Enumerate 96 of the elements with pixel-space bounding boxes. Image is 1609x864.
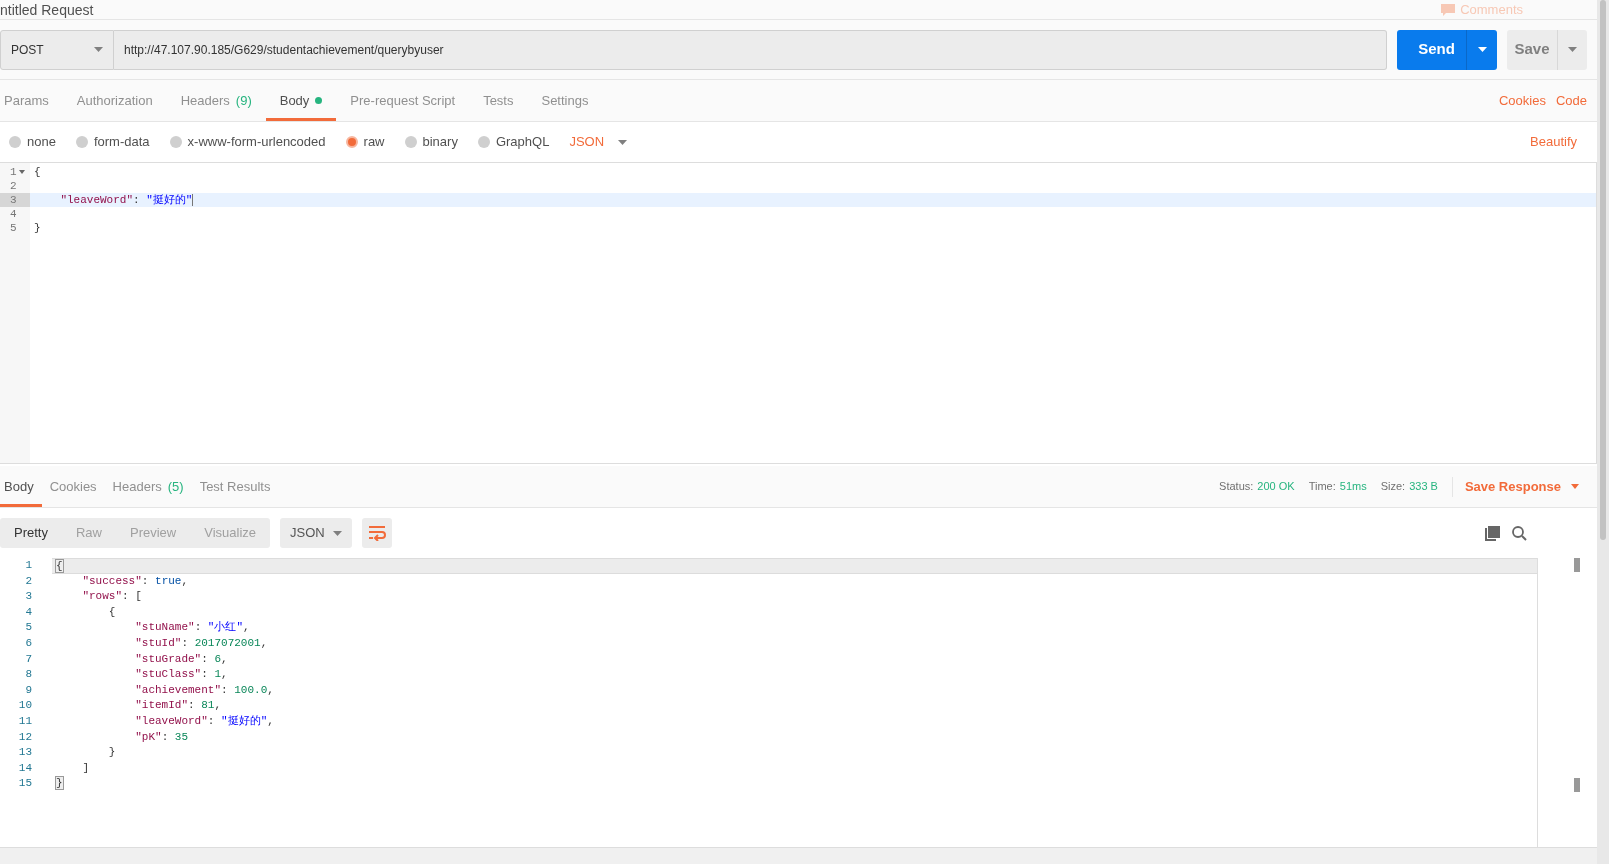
radio-button[interactable]	[345, 136, 358, 148]
line-number: 10	[17, 698, 33, 714]
tab[interactable]: Tests	[469, 80, 528, 121]
link[interactable]: Cookies	[1498, 90, 1546, 111]
radio-option[interactable]: binary	[404, 132, 458, 152]
code-line: "rows": [	[81, 589, 143, 605]
scrollbar-thumb[interactable]	[1574, 558, 1580, 572]
scrollbar-thumb[interactable]	[1574, 778, 1580, 792]
caret-icon	[618, 139, 628, 145]
meta-value: 51ms	[1339, 479, 1367, 495]
tab[interactable]: Headers (5)	[104, 466, 192, 507]
code-line: {	[107, 604, 117, 620]
radio-button[interactable]	[477, 136, 490, 148]
line-number: 14	[17, 760, 33, 776]
url-field[interactable]: http://47.107.90.185/G629/studentachievement/querybyuser	[114, 29, 1387, 70]
send-button[interactable]: Send	[1397, 29, 1466, 70]
tab[interactable]: Settings	[527, 80, 603, 121]
line-number: 9	[24, 682, 33, 698]
fold-icon[interactable]	[18, 170, 25, 174]
line-number: 2	[10, 179, 17, 193]
link[interactable]: Code	[1555, 90, 1587, 111]
radio-button[interactable]	[404, 136, 417, 148]
request-title: ntitled Request	[0, 2, 94, 18]
line-number: 4	[10, 207, 17, 221]
tab[interactable]: Pre-request Script	[336, 80, 470, 121]
line-number: 11	[17, 713, 33, 729]
caret-icon	[1568, 47, 1577, 52]
caret-icon	[1571, 484, 1579, 489]
tab[interactable]: Cookies	[41, 466, 105, 507]
line-number: 8	[24, 667, 33, 683]
send-options-button[interactable]	[1466, 29, 1497, 70]
line-number: 1	[24, 558, 33, 573]
comment-icon	[1440, 4, 1457, 16]
method-dropdown[interactable]: POST	[0, 29, 114, 70]
save-button[interactable]: Save	[1507, 29, 1557, 70]
line-number: 3	[24, 589, 33, 605]
line-number: 2	[24, 573, 33, 589]
format-dropdown[interactable]: JSON	[569, 132, 628, 152]
line-number: 5	[10, 221, 17, 235]
caret-icon	[333, 530, 343, 536]
code-line: "stuId": 2017072001,	[134, 635, 269, 651]
search-icon[interactable]	[1512, 525, 1527, 541]
radio-option[interactable]: GraphQL	[477, 132, 550, 152]
code-line: "achievement": 100.0,	[134, 682, 275, 698]
wrap-icon	[368, 525, 387, 541]
wrap-lines-button[interactable]	[362, 518, 393, 548]
line-number: 7	[24, 651, 33, 667]
line-number: 15	[17, 776, 33, 792]
radio-option[interactable]: raw	[345, 132, 385, 152]
radio-button[interactable]	[75, 136, 88, 148]
meta-label: Time:	[1308, 479, 1336, 495]
tab[interactable]: Params	[0, 80, 63, 121]
save-response-dropdown[interactable]: Save Response	[1452, 476, 1579, 497]
view-tab[interactable]: Pretty	[0, 518, 62, 548]
response-format-dropdown[interactable]: JSON	[280, 518, 353, 548]
line-number: 6	[24, 635, 33, 651]
meta-label: Status:	[1219, 479, 1254, 495]
scrollbar[interactable]	[1597, 0, 1609, 864]
radio-button[interactable]	[169, 136, 182, 148]
meta-value: 200 OK	[1257, 479, 1295, 495]
tab[interactable]: Body	[265, 80, 337, 121]
code-line: ]	[81, 760, 90, 776]
code-line: }	[107, 745, 117, 761]
view-tab[interactable]: Raw	[61, 518, 116, 548]
code-line: {	[33, 165, 42, 179]
tab[interactable]: Test Results	[191, 466, 279, 507]
radio-option[interactable]: form-data	[75, 132, 150, 152]
caret-icon	[1477, 47, 1487, 52]
view-tab[interactable]: Visualize	[190, 518, 271, 548]
meta-value: 333 B	[1409, 479, 1438, 495]
tab[interactable]: Body	[0, 466, 42, 507]
code-line: "leaveWord": "挺好的",	[134, 713, 275, 729]
line-number: 12	[17, 729, 33, 745]
view-tab[interactable]: Preview	[116, 518, 191, 548]
code-line: }	[33, 221, 42, 235]
radio-option[interactable]: none	[9, 132, 56, 152]
line-number: 3	[10, 193, 17, 207]
line-number: 5	[24, 620, 33, 636]
line-number: 13	[17, 745, 33, 761]
code-line: "stuName": "小红",	[134, 620, 251, 636]
meta-label: Size:	[1380, 479, 1406, 495]
code-line: "stuGrade": 6,	[134, 651, 229, 667]
code-line: "pK": 35	[134, 729, 190, 745]
copy-icon[interactable]	[1485, 525, 1500, 541]
tab[interactable]: Authorization	[62, 80, 167, 121]
line-number: 4	[24, 604, 33, 620]
beautify-link[interactable]: Beautify	[1530, 132, 1577, 152]
code-line: "success": true,	[81, 573, 190, 589]
caret-icon	[94, 47, 103, 52]
code-line: "stuClass": 1,	[134, 667, 229, 683]
line-number: 1	[10, 165, 17, 179]
save-options-button[interactable]	[1557, 29, 1587, 70]
tab[interactable]: Headers (9)	[166, 80, 266, 121]
radio-option[interactable]: x-www-form-urlencoded	[169, 132, 326, 152]
radio-button[interactable]	[9, 136, 21, 148]
code-line: "itemId": 81,	[134, 698, 223, 714]
